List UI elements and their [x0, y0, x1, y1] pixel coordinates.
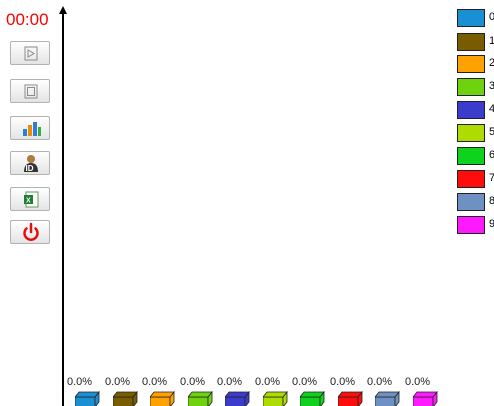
bar-value-label: 0.0%	[180, 376, 206, 388]
bar-value-label: 0.0%	[67, 376, 93, 388]
bar	[263, 391, 288, 406]
legend-swatch	[457, 216, 485, 234]
legend-item: 1	[457, 33, 494, 51]
id-button[interactable]: ID	[10, 151, 50, 175]
play-button[interactable]	[10, 41, 50, 65]
legend-label: 7	[489, 172, 494, 184]
legend-item: 8	[457, 193, 494, 211]
legend-swatch	[457, 55, 485, 73]
legend-label: 3	[489, 80, 494, 92]
bar	[150, 391, 175, 406]
bar-value-label: 0.0%	[292, 376, 318, 388]
legend-item: 2	[457, 55, 494, 73]
legend-item: 5	[457, 124, 494, 142]
legend-swatch	[457, 193, 485, 211]
chart-button[interactable]	[10, 116, 50, 140]
legend-label: 2	[489, 57, 494, 69]
stop-button[interactable]	[10, 79, 50, 103]
bar	[75, 391, 100, 406]
bar-value-label: 0.0%	[330, 376, 356, 388]
bar	[338, 391, 363, 406]
bar	[300, 391, 325, 406]
bar	[113, 391, 138, 406]
legend-item: 0	[457, 9, 494, 27]
legend-label: 5	[489, 126, 494, 138]
legend-label: 4	[489, 103, 494, 115]
legend-swatch	[457, 124, 485, 142]
legend-item: 7	[457, 170, 494, 188]
legend-item: 4	[457, 101, 494, 119]
timer-display: 00:00	[6, 10, 49, 29]
legend-swatch	[457, 78, 485, 96]
bar-value-label: 0.0%	[405, 376, 431, 388]
legend-swatch	[457, 9, 485, 27]
legend-label: 9	[489, 218, 494, 230]
legend-swatch	[457, 170, 485, 188]
legend-swatch	[457, 147, 485, 165]
power-button[interactable]	[10, 220, 50, 244]
legend-item: 9	[457, 216, 494, 234]
legend-label: 8	[489, 195, 494, 207]
legend-label: 1	[489, 35, 494, 47]
legend-label: 0	[489, 11, 494, 23]
svg-text:X: X	[26, 198, 31, 205]
legend-label: 6	[489, 149, 494, 161]
bar-value-label: 0.0%	[142, 376, 168, 388]
excel-button[interactable]: X	[10, 187, 50, 211]
bar	[413, 391, 438, 406]
bar	[375, 391, 400, 406]
bar	[188, 391, 213, 406]
bar-value-label: 0.0%	[367, 376, 393, 388]
y-axis	[62, 12, 64, 406]
legend-item: 6	[457, 147, 494, 165]
legend-item: 3	[457, 78, 494, 96]
legend-swatch	[457, 33, 485, 51]
bar-value-label: 0.0%	[217, 376, 243, 388]
bar	[225, 391, 250, 406]
bar-value-label: 0.0%	[255, 376, 281, 388]
svg-text:ID: ID	[26, 164, 34, 173]
bar-value-label: 0.0%	[105, 376, 131, 388]
legend-swatch	[457, 101, 485, 119]
